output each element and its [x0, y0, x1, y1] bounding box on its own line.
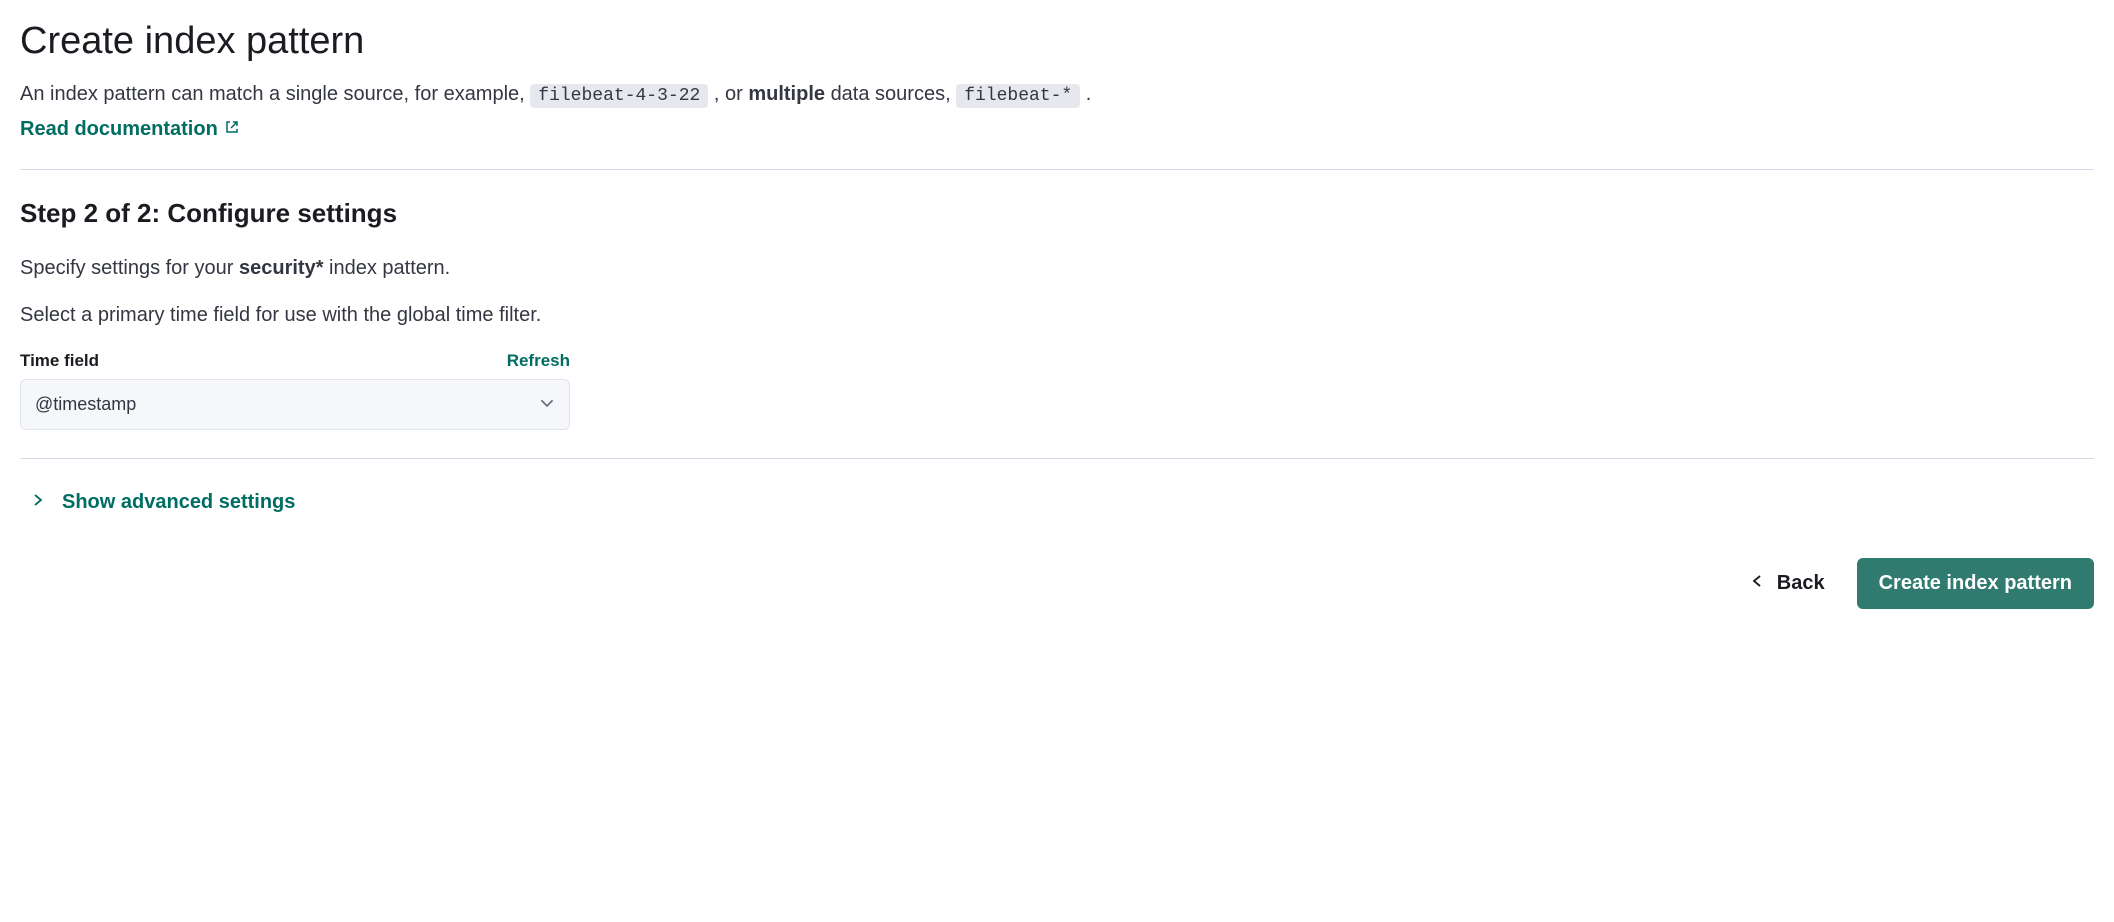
- pattern-name: security*: [239, 257, 324, 279]
- external-link-icon: [224, 118, 240, 141]
- back-button[interactable]: Back: [1745, 564, 1829, 603]
- create-index-pattern-button[interactable]: Create index pattern: [1857, 558, 2094, 609]
- time-field-select-wrapper: @timestamp: [20, 379, 570, 430]
- time-field-select[interactable]: @timestamp: [20, 379, 570, 430]
- chevron-right-icon: [30, 491, 46, 514]
- time-field-form-row: Time field Refresh @timestamp: [20, 351, 570, 430]
- doc-link-label: Read documentation: [20, 118, 218, 141]
- step-title: Step 2 of 2: Configure settings: [20, 198, 2094, 229]
- read-documentation-link[interactable]: Read documentation: [20, 118, 240, 141]
- chevron-left-icon: [1749, 572, 1765, 595]
- advanced-toggle-label: Show advanced settings: [62, 491, 295, 514]
- specify-prefix: Specify settings for your: [20, 257, 239, 279]
- desc-suffix: .: [1086, 83, 1092, 105]
- form-divider: [20, 458, 2094, 459]
- desc-mid1: , or: [714, 83, 748, 105]
- code-example-multi: filebeat-*: [956, 84, 1080, 108]
- time-field-label-row: Time field Refresh: [20, 351, 570, 371]
- back-button-label: Back: [1777, 572, 1825, 595]
- desc-mid2: data sources,: [831, 83, 957, 105]
- desc-bold: multiple: [748, 83, 825, 105]
- desc-prefix: An index pattern can match a single sour…: [20, 83, 530, 105]
- page-container: Create index pattern An index pattern ca…: [20, 20, 2094, 609]
- section-divider: [20, 169, 2094, 170]
- select-time-field-text: Select a primary time field for use with…: [20, 304, 2094, 327]
- specify-suffix: index pattern.: [323, 257, 450, 279]
- refresh-button[interactable]: Refresh: [507, 351, 570, 371]
- page-title: Create index pattern: [20, 20, 2094, 63]
- footer-actions: Back Create index pattern: [20, 558, 2094, 609]
- time-field-label: Time field: [20, 351, 99, 371]
- show-advanced-settings-toggle[interactable]: Show advanced settings: [30, 487, 295, 518]
- page-description: An index pattern can match a single sour…: [20, 79, 2094, 110]
- specify-settings-text: Specify settings for your security* inde…: [20, 257, 2094, 280]
- code-example-single: filebeat-4-3-22: [530, 84, 708, 108]
